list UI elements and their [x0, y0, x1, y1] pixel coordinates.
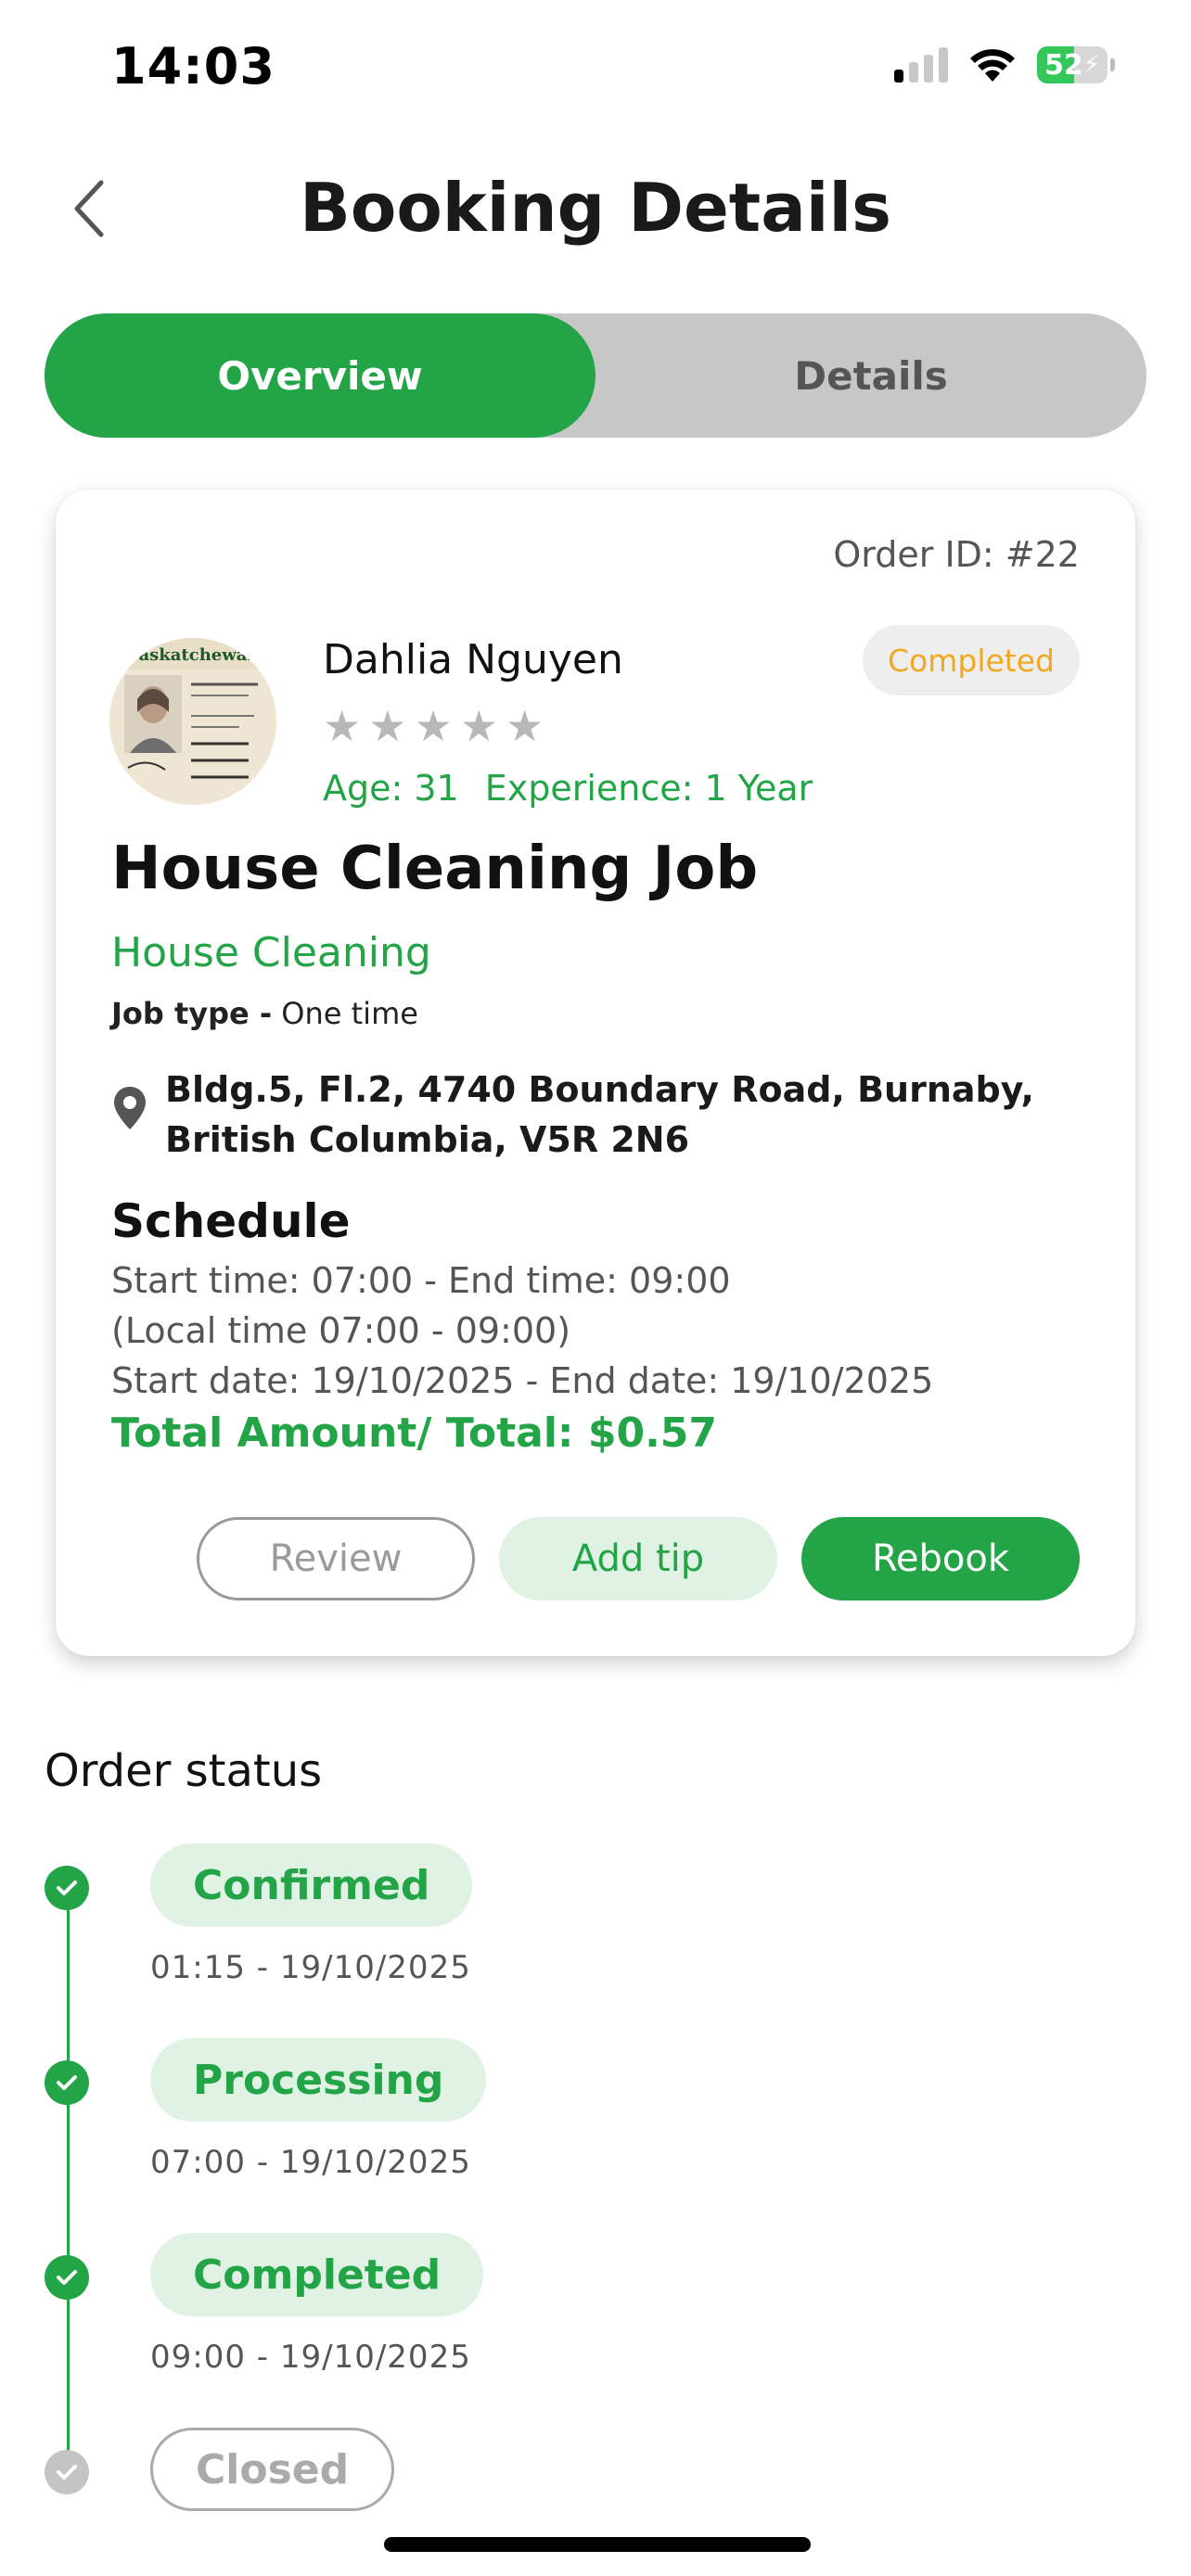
job-category: House Cleaning — [111, 929, 431, 976]
charging-bolt-icon: ⚡ — [1082, 51, 1100, 79]
tab-overview[interactable]: Overview — [45, 313, 596, 438]
star-icon: ★ — [368, 701, 407, 751]
location-pin-icon — [114, 1087, 146, 1129]
job-title: House Cleaning Job — [111, 835, 759, 903]
job-type-value: One time — [281, 996, 418, 1031]
order-status-title: Order status — [45, 1745, 323, 1797]
status-time: 09:00 - 19/10/2025 — [150, 2339, 471, 2376]
job-type: Job type - One time — [111, 996, 418, 1031]
wifi-icon — [970, 49, 1015, 82]
job-address: Bldg.5, Fl.2, 4740 Boundary Road, Burnab… — [165, 1069, 1034, 1160]
star-icon: ★ — [414, 701, 453, 751]
status-time: 07:00 - 19/10/2025 — [150, 2144, 471, 2181]
tab-details[interactable]: Details — [596, 313, 1146, 438]
job-type-label: Job type - — [111, 996, 273, 1031]
provider-meta: Age: 31 Experience: 1 Year — [323, 768, 813, 809]
battery-percent: 52 — [1044, 48, 1083, 82]
timeline-line — [67, 1888, 70, 2454]
star-icon: ★ — [506, 701, 544, 751]
svg-text:Saskatchewan: Saskatchewan — [127, 645, 260, 665]
segmented-tabs: Overview Details — [45, 313, 1146, 438]
check-circle-icon — [45, 2450, 89, 2494]
check-circle-icon — [45, 2255, 89, 2300]
check-circle-icon — [45, 1866, 89, 1910]
status-pill: Processing — [150, 2038, 487, 2122]
home-indicator[interactable] — [384, 2537, 811, 2552]
review-button[interactable]: Review — [197, 1517, 475, 1600]
status-pill: Closed — [150, 2428, 395, 2511]
schedule-date: Start date: 19/10/2025 - End date: 19/10… — [111, 1360, 934, 1401]
schedule-time: Start time: 07:00 - End time: 09:00 — [111, 1260, 731, 1301]
status-time: 14:03 — [111, 37, 275, 96]
provider-name: Dahlia Nguyen — [323, 636, 623, 683]
status-icons: 52 ⚡ — [894, 46, 1115, 83]
provider-experience: Experience: 1 Year — [484, 768, 813, 809]
address-row: Bldg.5, Fl.2, 4740 Boundary Road, Burnab… — [111, 1065, 1095, 1165]
booking-card: Order ID: #22 Saskatchewan Dahlia Nguyen… — [56, 490, 1135, 1656]
header: Booking Details — [0, 148, 1191, 269]
page-title: Booking Details — [299, 169, 892, 247]
total-amount: Total Amount/ Total: $0.57 — [111, 1409, 718, 1457]
order-id: Order ID: #22 — [833, 534, 1080, 575]
schedule-title: Schedule — [111, 1194, 351, 1248]
provider-age: Age: 31 — [323, 768, 459, 809]
status-bar: 14:03 52 ⚡ — [0, 0, 1191, 139]
schedule-local-time: (Local time 07:00 - 09:00) — [111, 1310, 571, 1351]
avatar: Saskatchewan — [109, 638, 276, 805]
rating-stars: ★ ★ ★ ★ ★ — [323, 705, 544, 747]
check-circle-icon — [45, 2060, 89, 2105]
star-icon: ★ — [323, 701, 362, 751]
star-icon: ★ — [459, 701, 498, 751]
cellular-signal-icon — [894, 47, 948, 83]
status-pill: Completed — [150, 2233, 484, 2316]
status-pill: Confirmed — [150, 1843, 473, 1927]
schedule-details: Start time: 07:00 - End time: 09:00 (Loc… — [111, 1256, 933, 1406]
add-tip-button[interactable]: Add tip — [499, 1517, 777, 1600]
battery-icon: 52 ⚡ — [1037, 46, 1115, 83]
status-time: 01:15 - 19/10/2025 — [150, 1949, 471, 1986]
rebook-button[interactable]: Rebook — [801, 1517, 1080, 1600]
card-actions: Review Add tip Rebook — [197, 1517, 1080, 1600]
status-badge: Completed — [863, 625, 1080, 695]
